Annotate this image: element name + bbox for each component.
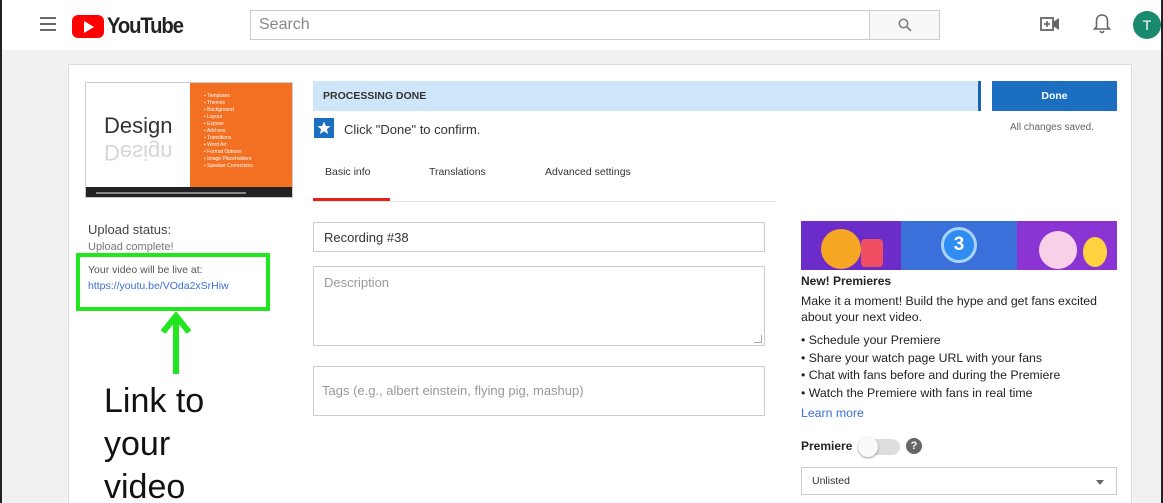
- resize-handle-icon[interactable]: [754, 335, 762, 343]
- thumbnail-list-item: ▪ Image Placeholders: [204, 156, 252, 162]
- callout-arrow-icon: [160, 312, 192, 374]
- thumbnail-list-item: ▪ Format Options: [204, 149, 242, 155]
- banner-character-icon: [1083, 237, 1107, 267]
- active-tab-indicator: [313, 198, 390, 201]
- video-thumbnail[interactable]: Design Design ▪ Templates ▪ Themes ▪ Backg…: [85, 82, 293, 198]
- upload-status-value: Upload complete!: [88, 241, 174, 253]
- search-icon: [898, 18, 912, 32]
- thumbnail-list-item: ▪ Speaker Corrections: [204, 163, 253, 169]
- confirm-message: Click "Done" to confirm.: [344, 122, 481, 137]
- done-button[interactable]: Done: [992, 81, 1117, 111]
- premieres-title: New! Premieres: [801, 274, 892, 288]
- callout-line-3: video: [104, 468, 186, 503]
- thumbnail-list-item: ▪ Layout: [204, 114, 223, 120]
- thumbnail-list-item: ▪ Templates: [204, 93, 230, 99]
- upload-status-label: Upload status:: [88, 222, 172, 237]
- youtube-logo[interactable]: YouTube: [72, 13, 189, 39]
- list-item: Share your watch page URL with your fans: [801, 350, 1060, 368]
- thumbnail-list-item: ▪ Expose: [204, 121, 224, 127]
- help-icon[interactable]: ?: [906, 438, 922, 454]
- video-camera-icon[interactable]: [1040, 16, 1060, 32]
- star-icon: [314, 118, 334, 138]
- processing-status-text: PROCESSING DONE: [323, 90, 427, 102]
- premieres-description: Make it a moment! Build the hype and get…: [801, 294, 1097, 324]
- search-input[interactable]: Search: [250, 10, 870, 40]
- thumbnail-player-bar: [86, 187, 292, 197]
- thumbnail-list-item: ▪ Add-ons: [204, 128, 226, 134]
- tags-input[interactable]: Tags (e.g., albert einstein, flying pig,…: [313, 366, 765, 416]
- thumbnail-list-item: ▪ Themes: [204, 100, 226, 106]
- premieres-feature-list: Schedule your Premiere Share your watch …: [801, 332, 1061, 403]
- description-placeholder: Description: [324, 275, 390, 290]
- premiere-toggle[interactable]: [858, 437, 900, 457]
- thumbnail-list-item: ▪ Word Art: [204, 142, 227, 148]
- list-item: Schedule your Premiere: [801, 332, 1060, 350]
- youtube-logo-text: YouTube: [107, 13, 184, 38]
- tab-translations[interactable]: Translations: [429, 166, 486, 178]
- premiere-label: Premiere: [801, 439, 853, 453]
- learn-more-link[interactable]: Learn more: [801, 406, 864, 420]
- list-item: Chat with fans before and during the Pre…: [801, 367, 1061, 385]
- title-input[interactable]: Recording #38: [313, 222, 765, 252]
- youtube-play-icon: [72, 14, 104, 38]
- callout-line-2: your: [104, 425, 171, 463]
- search-button[interactable]: [869, 10, 940, 40]
- thumbnail-list: ▪ Templates ▪ Themes ▪ Background ▪ Layout ▪…: [204, 93, 253, 170]
- tab-advanced-settings[interactable]: Advanced settings: [545, 166, 631, 178]
- bell-icon[interactable]: [1093, 13, 1111, 35]
- avatar[interactable]: T: [1133, 11, 1161, 39]
- thumbnail-title: Design: [104, 113, 173, 138]
- visibility-select[interactable]: Unlisted: [801, 467, 1117, 495]
- callout-text: Link to your video: [104, 380, 204, 503]
- banner-popcorn-icon: [861, 239, 883, 267]
- list-item: Watch the Premiere with fans in real tim…: [801, 385, 1060, 403]
- countdown-badge: 3: [941, 227, 977, 263]
- tab-basic-info[interactable]: Basic info: [325, 166, 371, 178]
- video-link[interactable]: https://youtu.be/VOda2xSrHiw: [88, 280, 229, 292]
- processing-status-bar: PROCESSING DONE: [313, 81, 981, 111]
- hamburger-menu-icon[interactable]: [40, 17, 56, 31]
- top-bar: YouTube Search T: [0, 0, 1163, 50]
- thumbnail-list-item: ▪ Transitions: [204, 135, 232, 141]
- thumbnail-title-reflection: Design: [104, 140, 173, 165]
- banner-character-icon: [821, 229, 861, 269]
- banner-character-icon: [1039, 231, 1077, 269]
- live-at-label: Your video will be live at:: [88, 264, 203, 276]
- premieres-banner: 3: [801, 221, 1117, 270]
- thumbnail-list-item: ▪ Background: [204, 107, 234, 113]
- description-input[interactable]: Description: [313, 266, 765, 346]
- callout-line-1: Link to: [104, 382, 205, 420]
- saved-status: All changes saved.: [1010, 122, 1094, 133]
- tab-divider: [313, 201, 776, 202]
